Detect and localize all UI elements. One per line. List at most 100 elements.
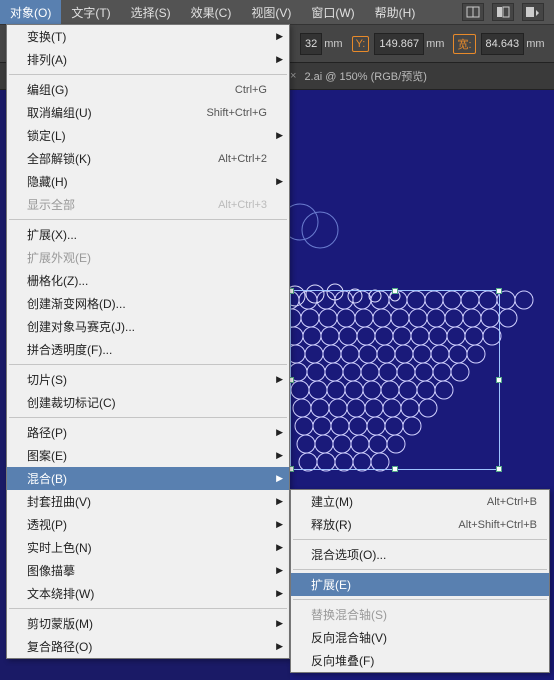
menu-item-label: 取消编组(U) [27, 104, 206, 121]
submenu-arrow-icon: ▶ [276, 519, 283, 530]
menu-帮助[interactable]: 帮助(H) [365, 0, 426, 24]
object-menu-item[interactable]: 透视(P) ▶ [7, 513, 289, 536]
tab-close-icon[interactable]: × [290, 70, 296, 82]
object-menu-item[interactable]: 扩展(X)... [7, 223, 289, 246]
object-menu-item[interactable]: 全部解锁(K)Alt+Ctrl+2 [7, 147, 289, 170]
blend-submenu-item[interactable]: 扩展(E) [291, 573, 549, 596]
object-menu-item[interactable]: 编组(G)Ctrl+G [7, 78, 289, 101]
object-menu-item[interactable]: 创建渐变网格(D)... [7, 292, 289, 315]
object-menu-separator [9, 74, 287, 75]
selection-bounds [290, 290, 500, 470]
selection-handle[interactable] [496, 466, 502, 472]
layout-icon-3[interactable] [522, 3, 544, 21]
menu-item-shortcut: Ctrl+G [235, 84, 267, 96]
submenu-arrow-icon: ▶ [276, 374, 283, 385]
w-field[interactable]: 84.643 [481, 33, 525, 55]
submenu-arrow-icon: ▶ [276, 54, 283, 65]
x-field[interactable]: 32 [300, 33, 322, 55]
menu-选择[interactable]: 选择(S) [121, 0, 181, 24]
menu-item-label: 透视(P) [27, 516, 267, 533]
menu-item-label: 排列(A) [27, 51, 267, 68]
object-menu-item[interactable]: 变换(T) ▶ [7, 25, 289, 48]
menu-item-label: 创建渐变网格(D)... [27, 295, 267, 312]
menu-item-label: 切片(S) [27, 371, 267, 388]
menu-窗口[interactable]: 窗口(W) [301, 0, 364, 24]
submenu-arrow-icon: ▶ [276, 565, 283, 576]
menu-item-label: 扩展(E) [311, 576, 537, 593]
submenu-arrow-icon: ▶ [276, 641, 283, 652]
object-menu-item[interactable]: 取消编组(U)Shift+Ctrl+G [7, 101, 289, 124]
menu-item-label: 编组(G) [27, 81, 235, 98]
blend-submenu-item[interactable]: 释放(R)Alt+Shift+Ctrl+B [291, 513, 549, 536]
menu-item-label: 创建对象马赛克(J)... [27, 318, 267, 335]
selection-handle[interactable] [496, 377, 502, 383]
layout-icon-2[interactable] [492, 3, 514, 21]
menu-效果[interactable]: 效果(C) [181, 0, 242, 24]
object-menu-item[interactable]: 排列(A) ▶ [7, 48, 289, 71]
selection-handle[interactable] [392, 466, 398, 472]
menu-item-shortcut: Alt+Ctrl+B [487, 496, 537, 508]
menu-item-label: 剪切蒙版(M) [27, 615, 267, 632]
blend-submenu: 建立(M)Alt+Ctrl+B释放(R)Alt+Shift+Ctrl+B混合选项… [290, 489, 550, 673]
object-menu-item[interactable]: 复合路径(O)▶ [7, 635, 289, 658]
submenu-arrow-icon: ▶ [276, 473, 283, 484]
object-menu-item[interactable]: 切片(S) ▶ [7, 368, 289, 391]
menu-item-label: 图像描摹 [27, 562, 267, 579]
object-menu-separator [9, 364, 287, 365]
object-menu-item[interactable]: 隐藏(H)▶ [7, 170, 289, 193]
menu-item-label: 变换(T) [27, 28, 267, 45]
blend-submenu-item[interactable]: 混合选项(O)... [291, 543, 549, 566]
submenu-arrow-icon: ▶ [276, 130, 283, 141]
object-menu-item[interactable]: 剪切蒙版(M)▶ [7, 612, 289, 635]
object-menu-separator [9, 608, 287, 609]
object-menu-item[interactable]: 创建对象马赛克(J)... [7, 315, 289, 338]
submenu-arrow-icon: ▶ [276, 427, 283, 438]
submenu-arrow-icon: ▶ [276, 31, 283, 42]
menu-视图[interactable]: 视图(V) [241, 0, 301, 24]
menubar-right-icons [462, 3, 554, 21]
menu-item-label: 释放(R) [311, 516, 458, 533]
object-menu-item[interactable]: 文本绕排(W)▶ [7, 582, 289, 605]
submenu-arrow-icon: ▶ [276, 496, 283, 507]
blend-submenu-separator [293, 569, 547, 570]
blend-submenu-item[interactable]: 反向堆叠(F) [291, 649, 549, 672]
object-menu-item[interactable]: 图像描摹 ▶ [7, 559, 289, 582]
object-menu-item[interactable]: 栅格化(Z)... [7, 269, 289, 292]
object-menu-item[interactable]: 路径(P)▶ [7, 421, 289, 444]
menu-item-label: 锁定(L) [27, 127, 267, 144]
menu-item-label: 创建裁切标记(C) [27, 394, 267, 411]
menu-item-label: 混合(B) [27, 470, 267, 487]
menu-item-label: 建立(M) [311, 493, 487, 510]
unit-label: mm [324, 38, 342, 50]
object-menu-item[interactable]: 锁定(L) ▶ [7, 124, 289, 147]
document-tab-title[interactable]: 2.ai @ 150% (RGB/预览) [304, 68, 426, 84]
layout-icon-1[interactable] [462, 3, 484, 21]
menu-item-label: 隐藏(H) [27, 173, 267, 190]
object-menu-item[interactable]: 图案(E)▶ [7, 444, 289, 467]
object-menu-item[interactable]: 封套扭曲(V) ▶ [7, 490, 289, 513]
menu-item-label: 混合选项(O)... [311, 546, 537, 563]
object-menu-item[interactable]: 拼合透明度(F)... [7, 338, 289, 361]
menu-item-shortcut: Alt+Ctrl+2 [218, 153, 267, 165]
object-menu-item[interactable]: 创建裁切标记(C) [7, 391, 289, 414]
object-menu-item[interactable]: 实时上色(N)▶ [7, 536, 289, 559]
menu-item-label: 实时上色(N) [27, 539, 267, 556]
menu-item-shortcut: Shift+Ctrl+G [206, 107, 267, 119]
menu-item-label: 栅格化(Z)... [27, 272, 267, 289]
object-menu-separator [9, 417, 287, 418]
menu-对象[interactable]: 对象(O) [0, 0, 61, 24]
selection-handle[interactable] [392, 288, 398, 294]
blend-submenu-item[interactable]: 反向混合轴(V) [291, 626, 549, 649]
blend-submenu-item: 替换混合轴(S) [291, 603, 549, 626]
y-field[interactable]: 149.867 [374, 33, 424, 55]
menu-item-shortcut: Alt+Ctrl+3 [218, 199, 267, 211]
menu-item-label: 封套扭曲(V) [27, 493, 267, 510]
menu-item-label: 显示全部 [27, 196, 218, 213]
menu-item-label: 文本绕排(W) [27, 585, 267, 602]
object-menu-item[interactable]: 混合(B) ▶ [7, 467, 289, 490]
blend-submenu-item[interactable]: 建立(M)Alt+Ctrl+B [291, 490, 549, 513]
selection-handle[interactable] [496, 288, 502, 294]
menu-item-label: 反向堆叠(F) [311, 652, 537, 669]
blend-submenu-separator [293, 539, 547, 540]
menu-文字[interactable]: 文字(T) [61, 0, 120, 24]
